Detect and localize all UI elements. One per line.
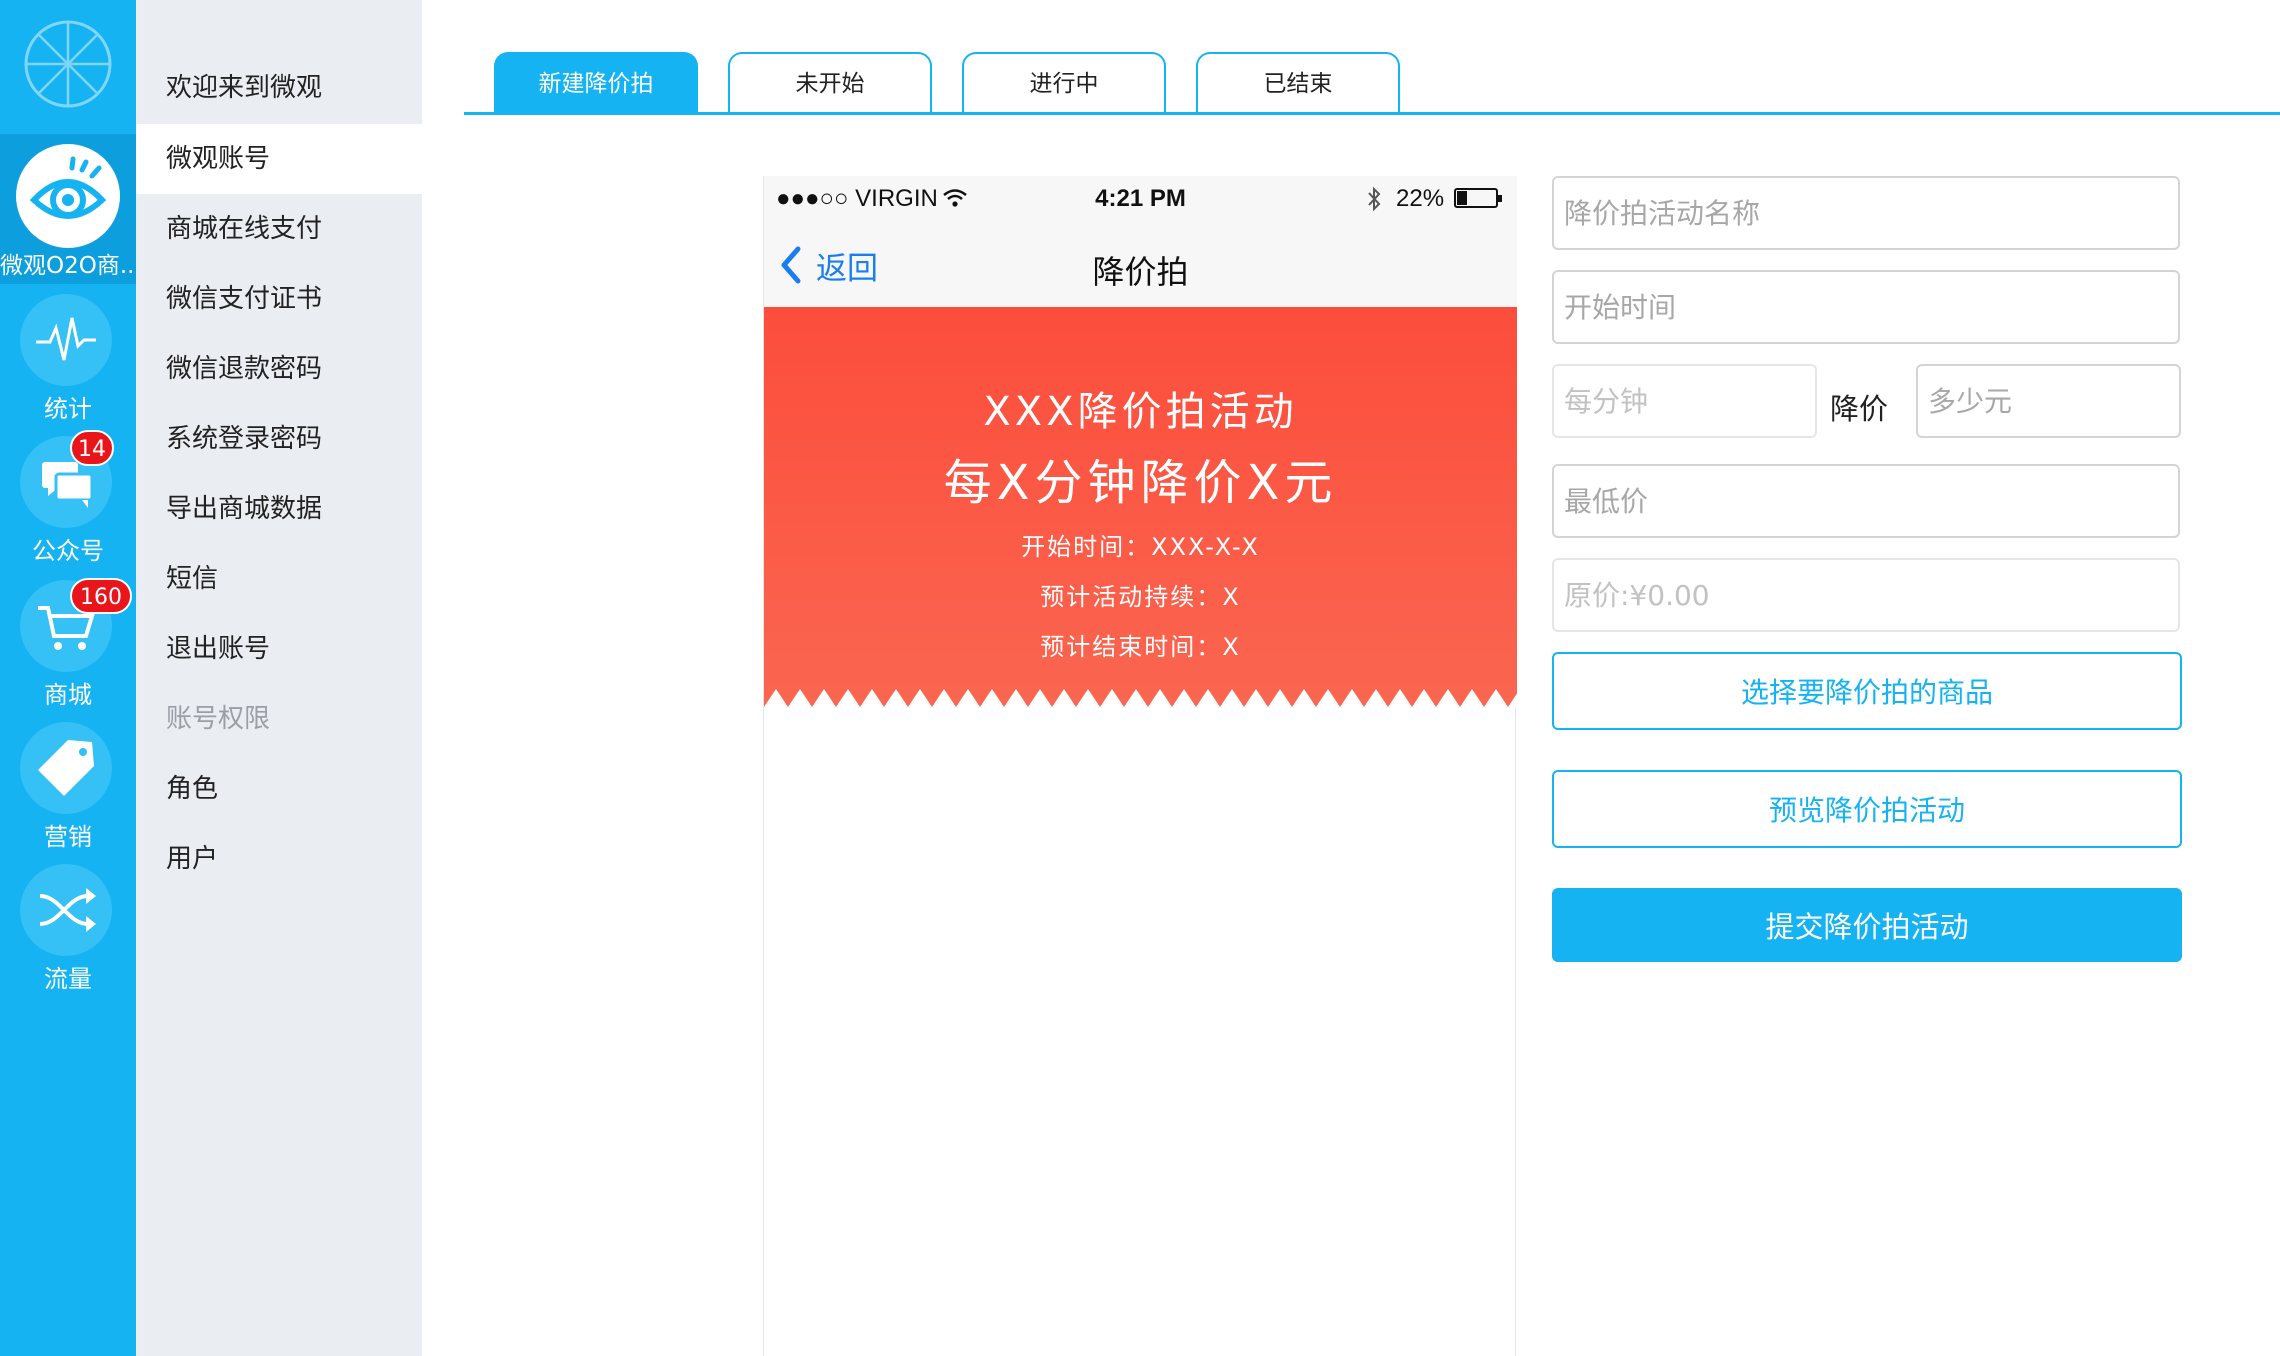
menu-section-permissions: 账号权限 xyxy=(166,704,271,734)
rail-label: 商城 xyxy=(44,681,92,709)
menu-item-sms[interactable]: 短信 xyxy=(136,544,422,614)
drop-amount-input[interactable] xyxy=(1916,364,2181,438)
promo-start-time: 开始时间：XXX-X-X xyxy=(1021,533,1260,561)
tab-finished[interactable]: 已结束 xyxy=(1196,52,1400,114)
menu-item-roles[interactable]: 角色 xyxy=(136,754,422,824)
rail-item-traffic[interactable]: 流量 xyxy=(0,864,136,1006)
min-price-input[interactable] xyxy=(1552,464,2180,538)
tab-in-progress[interactable]: 进行中 xyxy=(962,52,1166,114)
tab-underline xyxy=(464,112,2280,115)
menu-item-account[interactable]: 微观账号 xyxy=(136,124,422,194)
brand-item[interactable]: 微观O2O商... xyxy=(0,134,136,284)
auction-name-input[interactable] xyxy=(1552,176,2180,250)
rail-label: 公众号 xyxy=(32,537,104,565)
rail-item-mall[interactable]: 160 商城 xyxy=(0,578,136,722)
per-minute-input[interactable] xyxy=(1552,364,1817,438)
promo-banner: XXX降价拍活动 每X分钟降价X元 开始时间：XXX-X-X 预计活动持续：X … xyxy=(764,307,1517,707)
promo-title: XXX降价拍活动 xyxy=(983,389,1298,435)
settings-menu: 欢迎来到微观 微观账号 商城在线支付 微信支付证书 微信退款密码 系统登录密码 … xyxy=(136,0,422,1356)
phone-preview: ●●●○○ VIRGIN 4:21 PM 22% 返回 降价拍 XXX降价拍活动… xyxy=(763,176,1517,1356)
phone-status-bar: ●●●○○ VIRGIN 4:21 PM 22% xyxy=(764,176,1517,221)
phone-page-title: 降价拍 xyxy=(1092,253,1189,291)
rail-label: 营销 xyxy=(44,823,92,851)
battery-icon xyxy=(1454,188,1502,208)
submit-auction-button[interactable]: 提交降价拍活动 xyxy=(1552,888,2182,962)
notification-badge: 14 xyxy=(70,430,114,466)
icon-rail: 微观O2O商... 统计 14 公众号 160 商城 营销 流量 xyxy=(0,0,136,1356)
select-products-button[interactable]: 选择要降价拍的商品 xyxy=(1552,652,2182,730)
menu-item-refund-password[interactable]: 微信退款密码 xyxy=(136,334,422,404)
menu-item-welcome[interactable]: 欢迎来到微观 xyxy=(136,53,422,123)
rail-label: 统计 xyxy=(44,395,92,423)
battery-percent: 22% xyxy=(1396,185,1445,212)
rail-label: 流量 xyxy=(44,965,92,993)
notification-badge: 160 xyxy=(70,578,132,614)
rail-item-official-account[interactable]: 14 公众号 xyxy=(0,430,136,578)
menu-item-wechat-cert[interactable]: 微信支付证书 xyxy=(136,264,422,334)
menu-item-export-data[interactable]: 导出商城数据 xyxy=(136,474,422,544)
tag-icon xyxy=(20,722,112,814)
preview-auction-button[interactable]: 预览降价拍活动 xyxy=(1552,770,2182,848)
menu-item-online-payment[interactable]: 商城在线支付 xyxy=(136,194,422,264)
menu-item-login-password[interactable]: 系统登录密码 xyxy=(136,404,422,474)
promo-subtitle: 每X分钟降价X元 xyxy=(943,455,1338,511)
tab-not-started[interactable]: 未开始 xyxy=(728,52,932,114)
bluetooth-icon xyxy=(1368,186,1381,212)
original-price-input xyxy=(1552,558,2180,632)
zigzag-edge xyxy=(764,689,1517,707)
brand-label: 微观O2O商... xyxy=(0,253,136,279)
promo-duration: 预计活动持续：X xyxy=(1040,583,1241,611)
start-time-input[interactable] xyxy=(1552,270,2180,344)
shuffle-icon xyxy=(20,864,112,956)
eye-logo-icon xyxy=(16,144,120,248)
wheel-logo-icon xyxy=(24,20,112,108)
promo-end-time: 预计结束时间：X xyxy=(1040,633,1241,661)
rail-item-marketing[interactable]: 营销 xyxy=(0,722,136,864)
menu-item-users[interactable]: 用户 xyxy=(136,824,422,894)
menu-item-logout[interactable]: 退出账号 xyxy=(136,614,422,684)
price-drop-label: 降价 xyxy=(1830,392,1889,426)
tab-new-auction[interactable]: 新建降价拍 xyxy=(494,52,698,114)
pulse-icon xyxy=(20,294,112,386)
rail-item-stats[interactable]: 统计 xyxy=(0,294,136,436)
